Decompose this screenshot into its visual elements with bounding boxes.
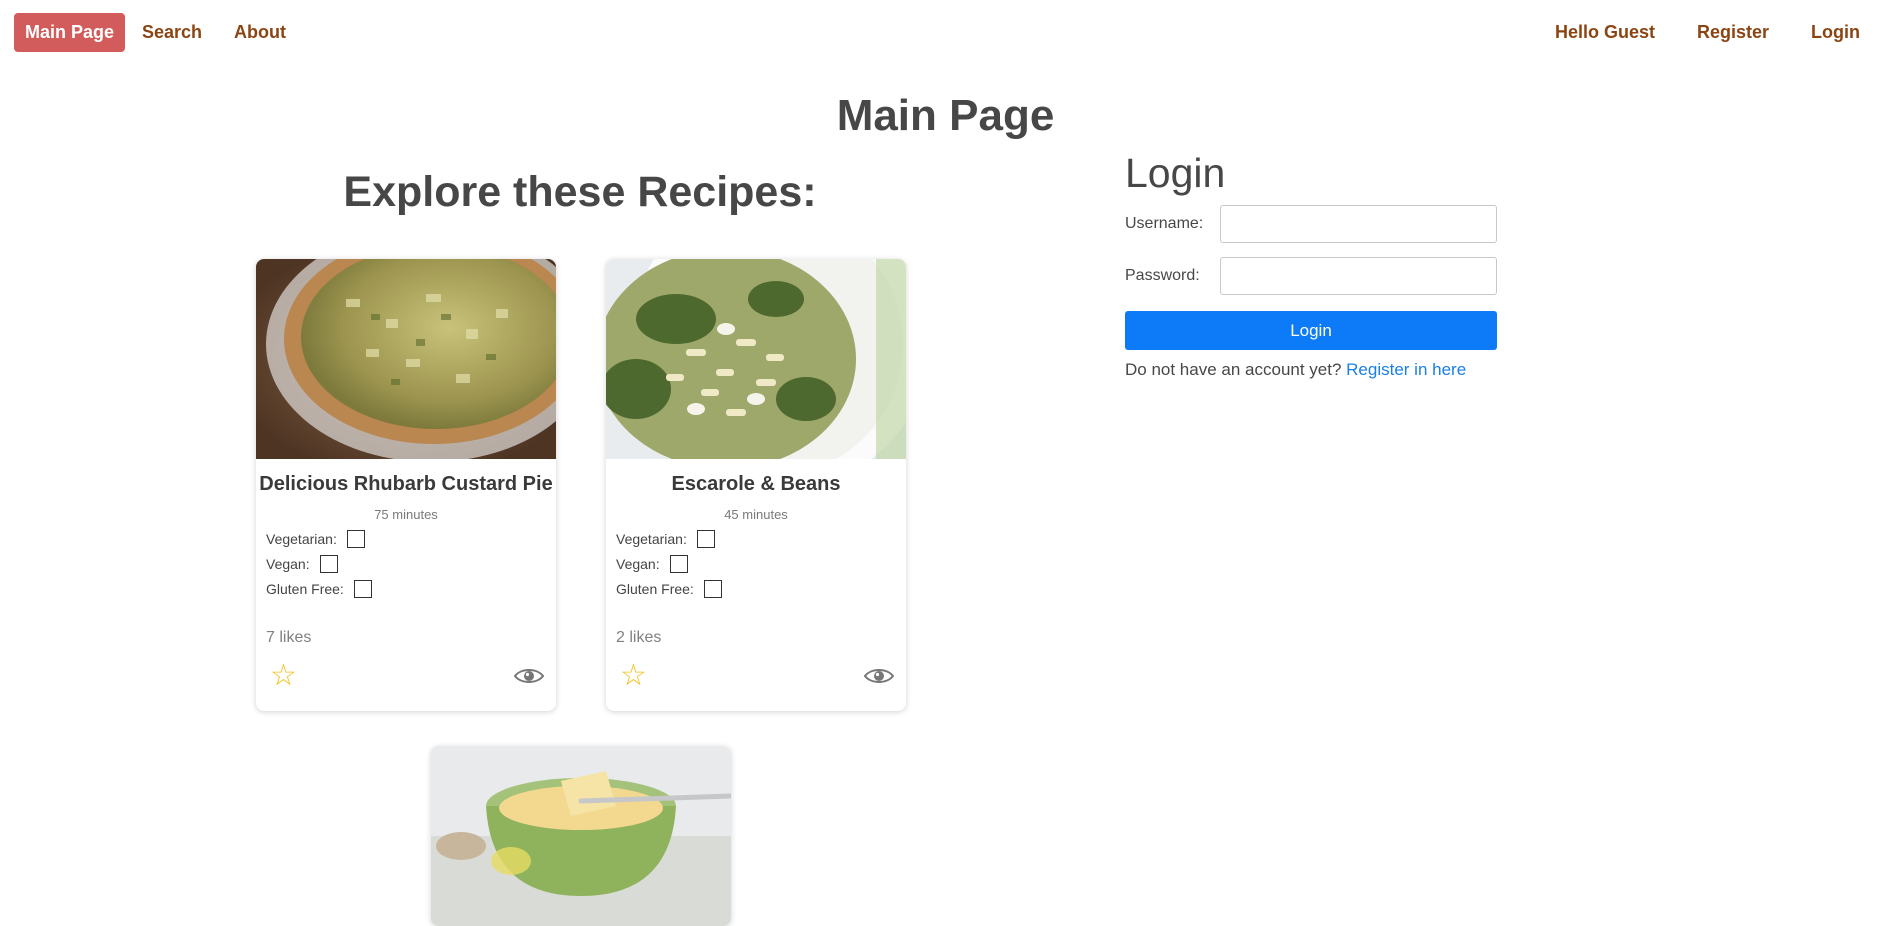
- likes-count: 2 likes: [616, 629, 662, 646]
- vegetarian-label: Vegetarian:: [616, 530, 687, 547]
- diet-list: Vegetarian: Vegan: Gluten Free:: [256, 526, 556, 601]
- navbar-right: Hello Guest Register Login: [1513, 22, 1860, 43]
- diet-vegan: Vegan:: [616, 551, 906, 576]
- login-button[interactable]: Login: [1125, 311, 1497, 350]
- star-icon[interactable]: ☆: [620, 661, 647, 691]
- username-input[interactable]: [1220, 205, 1497, 243]
- diet-gluten-free: Gluten Free:: [616, 576, 906, 601]
- recipe-image[interactable]: [431, 746, 731, 926]
- gluten-free-checkbox: [353, 579, 372, 598]
- diet-vegetarian: Vegetarian:: [266, 526, 556, 551]
- signup-prompt: Do not have an account yet? Register in …: [1125, 360, 1497, 380]
- nav-register[interactable]: Register: [1697, 22, 1769, 43]
- gluten-free-label: Gluten Free:: [616, 580, 694, 597]
- recipe-title[interactable]: Escarole & Beans: [606, 473, 906, 496]
- recipe-card: Delicious Rhubarb Custard Pie 75 minutes…: [256, 259, 556, 711]
- recipe-card: Escarole & Beans 45 minutes Vegetarian: …: [606, 259, 906, 711]
- vegan-checkbox: [669, 554, 688, 573]
- vegan-label: Vegan:: [266, 555, 310, 572]
- nav-login[interactable]: Login: [1811, 22, 1860, 43]
- navbar-left: Main Page Search About: [14, 13, 286, 52]
- nav-hello-guest[interactable]: Hello Guest: [1555, 22, 1655, 43]
- nav-about[interactable]: About: [234, 22, 286, 43]
- recipe-time: 45 minutes: [724, 507, 788, 522]
- recipe-card: [431, 746, 731, 926]
- eye-icon[interactable]: [514, 666, 544, 686]
- recipe-time: 75 minutes: [374, 507, 438, 522]
- explore-title: Explore these Recipes:: [343, 168, 817, 216]
- recipe-title[interactable]: Delicious Rhubarb Custard Pie: [256, 473, 556, 496]
- diet-gluten-free: Gluten Free:: [266, 576, 556, 601]
- escarole-beans-image: [606, 259, 906, 459]
- vegetarian-label: Vegetarian:: [266, 530, 337, 547]
- username-row: Username:: [1125, 205, 1497, 243]
- login-panel: Login Username: Password: Login Do not h…: [1125, 150, 1497, 380]
- page-title: Main Page: [836, 91, 1055, 140]
- vegetarian-checkbox: [346, 529, 365, 548]
- username-label: Username:: [1125, 215, 1204, 232]
- nav-main-page[interactable]: Main Page: [14, 13, 125, 52]
- vegan-label: Vegan:: [616, 555, 660, 572]
- nav-search[interactable]: Search: [142, 22, 202, 43]
- vegetarian-checkbox: [696, 529, 715, 548]
- eye-icon[interactable]: [864, 666, 894, 686]
- custard-dessert-image: [431, 746, 731, 926]
- password-row: Password:: [1125, 257, 1497, 295]
- star-icon[interactable]: ☆: [270, 661, 297, 691]
- gluten-free-label: Gluten Free:: [266, 580, 344, 597]
- card-actions: ☆: [256, 647, 556, 711]
- password-label: Password:: [1125, 267, 1200, 284]
- diet-vegetarian: Vegetarian:: [616, 526, 906, 551]
- card-actions: ☆: [606, 647, 906, 711]
- signup-text: Do not have an account yet?: [1125, 360, 1347, 379]
- login-heading: Login: [1125, 150, 1226, 196]
- password-input[interactable]: [1220, 257, 1497, 295]
- gluten-free-checkbox: [703, 579, 722, 598]
- recipe-image[interactable]: [606, 259, 906, 459]
- diet-list: Vegetarian: Vegan: Gluten Free:: [606, 526, 906, 601]
- register-link[interactable]: Register in here: [1346, 360, 1466, 379]
- vegan-checkbox: [319, 554, 338, 573]
- diet-vegan: Vegan:: [266, 551, 556, 576]
- likes-count: 7 likes: [266, 629, 312, 646]
- rhubarb-pie-image: [256, 259, 556, 459]
- recipe-image[interactable]: [256, 259, 556, 459]
